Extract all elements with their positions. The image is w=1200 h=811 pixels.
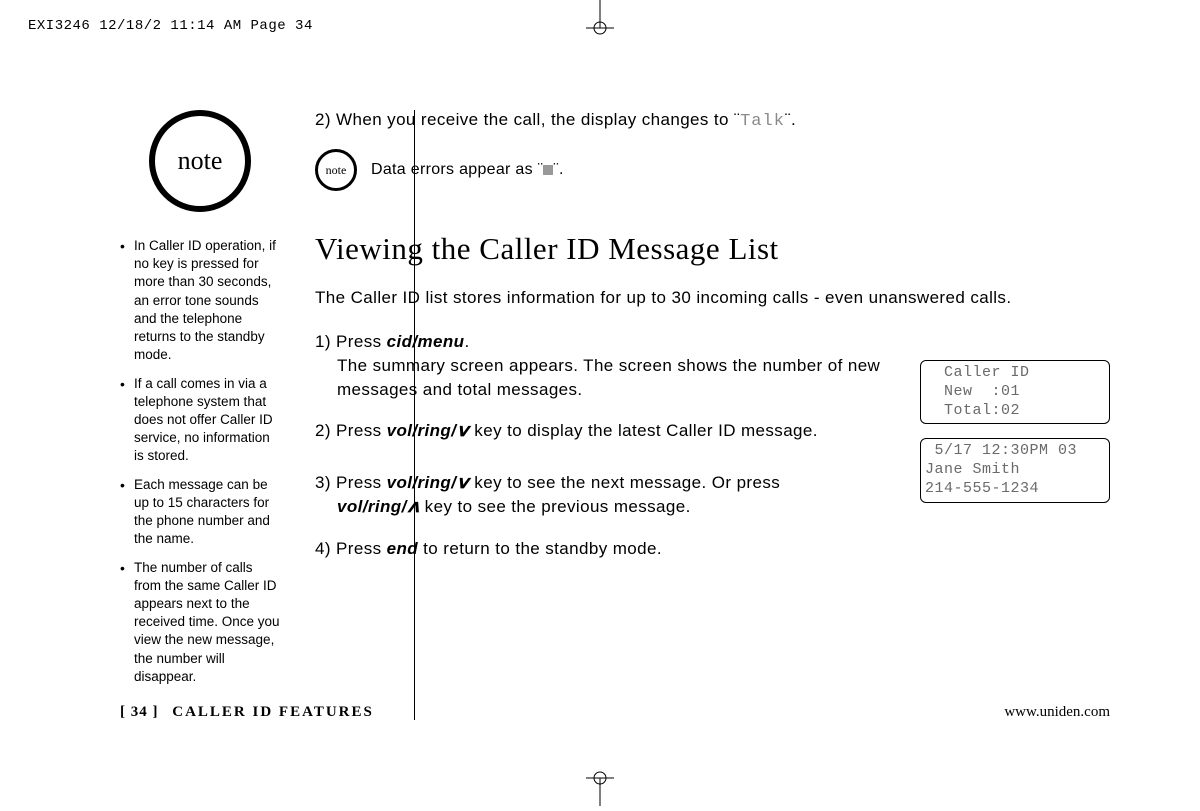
chevron-down-icon: ∨: [454, 471, 471, 495]
step-body: The summary screen appears. The screen s…: [315, 354, 885, 402]
step-number: 3) Press: [315, 473, 387, 492]
step-2: 2) Press vol/ring/∨ key to display the l…: [315, 419, 885, 443]
bullet-item: In Caller ID operation, if no key is pre…: [120, 237, 280, 365]
lcd-entry: 5/17 12:30PM 03 Jane Smith 214-555-1234: [920, 438, 1110, 502]
step-4: 4) Press end to return to the standby mo…: [315, 537, 885, 561]
step-number: 1) Press: [315, 332, 387, 351]
footer-url: www.uniden.com: [1004, 704, 1110, 721]
lcd-word-talk: Talk: [740, 112, 785, 131]
text: key to display the latest Caller ID mess…: [469, 421, 818, 440]
text: .: [464, 332, 469, 351]
step-2-continuation: 2) When you receive the call, the displa…: [315, 110, 1110, 131]
page-body: note In Caller ID operation, if no key i…: [120, 110, 1110, 696]
placeholder-box-icon: [543, 165, 553, 175]
text: to return to the standby mode.: [418, 539, 662, 558]
chevron-up-icon: ∧: [405, 495, 422, 519]
chevron-down-icon: ∨: [454, 419, 471, 443]
text: ¨.: [785, 110, 796, 129]
lcd-illustrations: Caller ID New :01 Total:02 5/17 12:30PM …: [920, 360, 1110, 517]
note-label: note: [326, 163, 347, 178]
page-title: Viewing the Caller ID Message List: [315, 231, 1110, 267]
bullet-item: If a call comes in via a telephone syste…: [120, 375, 280, 466]
bullet-item: Each message can be up to 15 characters …: [120, 476, 280, 549]
note-icon: note: [149, 110, 251, 212]
column-divider: [414, 110, 415, 720]
text: Data errors appear as ¨: [371, 161, 543, 178]
step-3: 3) Press vol/ring/∨ key to see the next …: [315, 471, 885, 519]
step-number: 2) Press: [315, 421, 387, 440]
inline-note: note Data errors appear as ¨ ¨.: [315, 149, 1110, 191]
sidebar-bullets: In Caller ID operation, if no key is pre…: [120, 237, 280, 686]
text: key to see the previous message.: [420, 497, 691, 516]
main-column: 2) When you receive the call, the displa…: [315, 110, 1110, 561]
step-1: 1) Press cid/menu. The summary screen ap…: [315, 330, 885, 401]
note-label: note: [178, 146, 223, 176]
section-title: CALLER ID FEATURES: [172, 704, 374, 720]
text: 2) When you receive the call, the displa…: [315, 110, 740, 129]
footer-left: [ 34 ] CALLER ID FEATURES: [120, 704, 374, 721]
lcd-summary: Caller ID New :01 Total:02: [920, 360, 1110, 424]
sidebar: note In Caller ID operation, if no key i…: [120, 110, 280, 696]
step-number: 4) Press: [315, 539, 387, 558]
bullet-item: The number of calls from the same Caller…: [120, 559, 280, 687]
slug-line: EXI3246 12/18/2 11:14 AM Page 34: [28, 18, 313, 34]
button-ref: vol/ring/: [337, 497, 407, 516]
data-errors-text: Data errors appear as ¨ ¨.: [371, 161, 564, 179]
button-ref: cid/menu: [387, 332, 465, 351]
crop-mark-bottom: [580, 766, 620, 811]
button-ref: vol/ring/: [387, 473, 457, 492]
footer: [ 34 ] CALLER ID FEATURES www.uniden.com: [120, 704, 1110, 721]
text: key to see the next message. Or press: [469, 473, 780, 492]
crop-mark-top: [580, 0, 620, 45]
text: ¨.: [553, 161, 563, 178]
button-ref: vol/ring/: [387, 421, 457, 440]
intro-text: The Caller ID list stores information fo…: [315, 287, 1015, 310]
note-icon: note: [315, 149, 357, 191]
page-number: [ 34 ]: [120, 704, 159, 720]
